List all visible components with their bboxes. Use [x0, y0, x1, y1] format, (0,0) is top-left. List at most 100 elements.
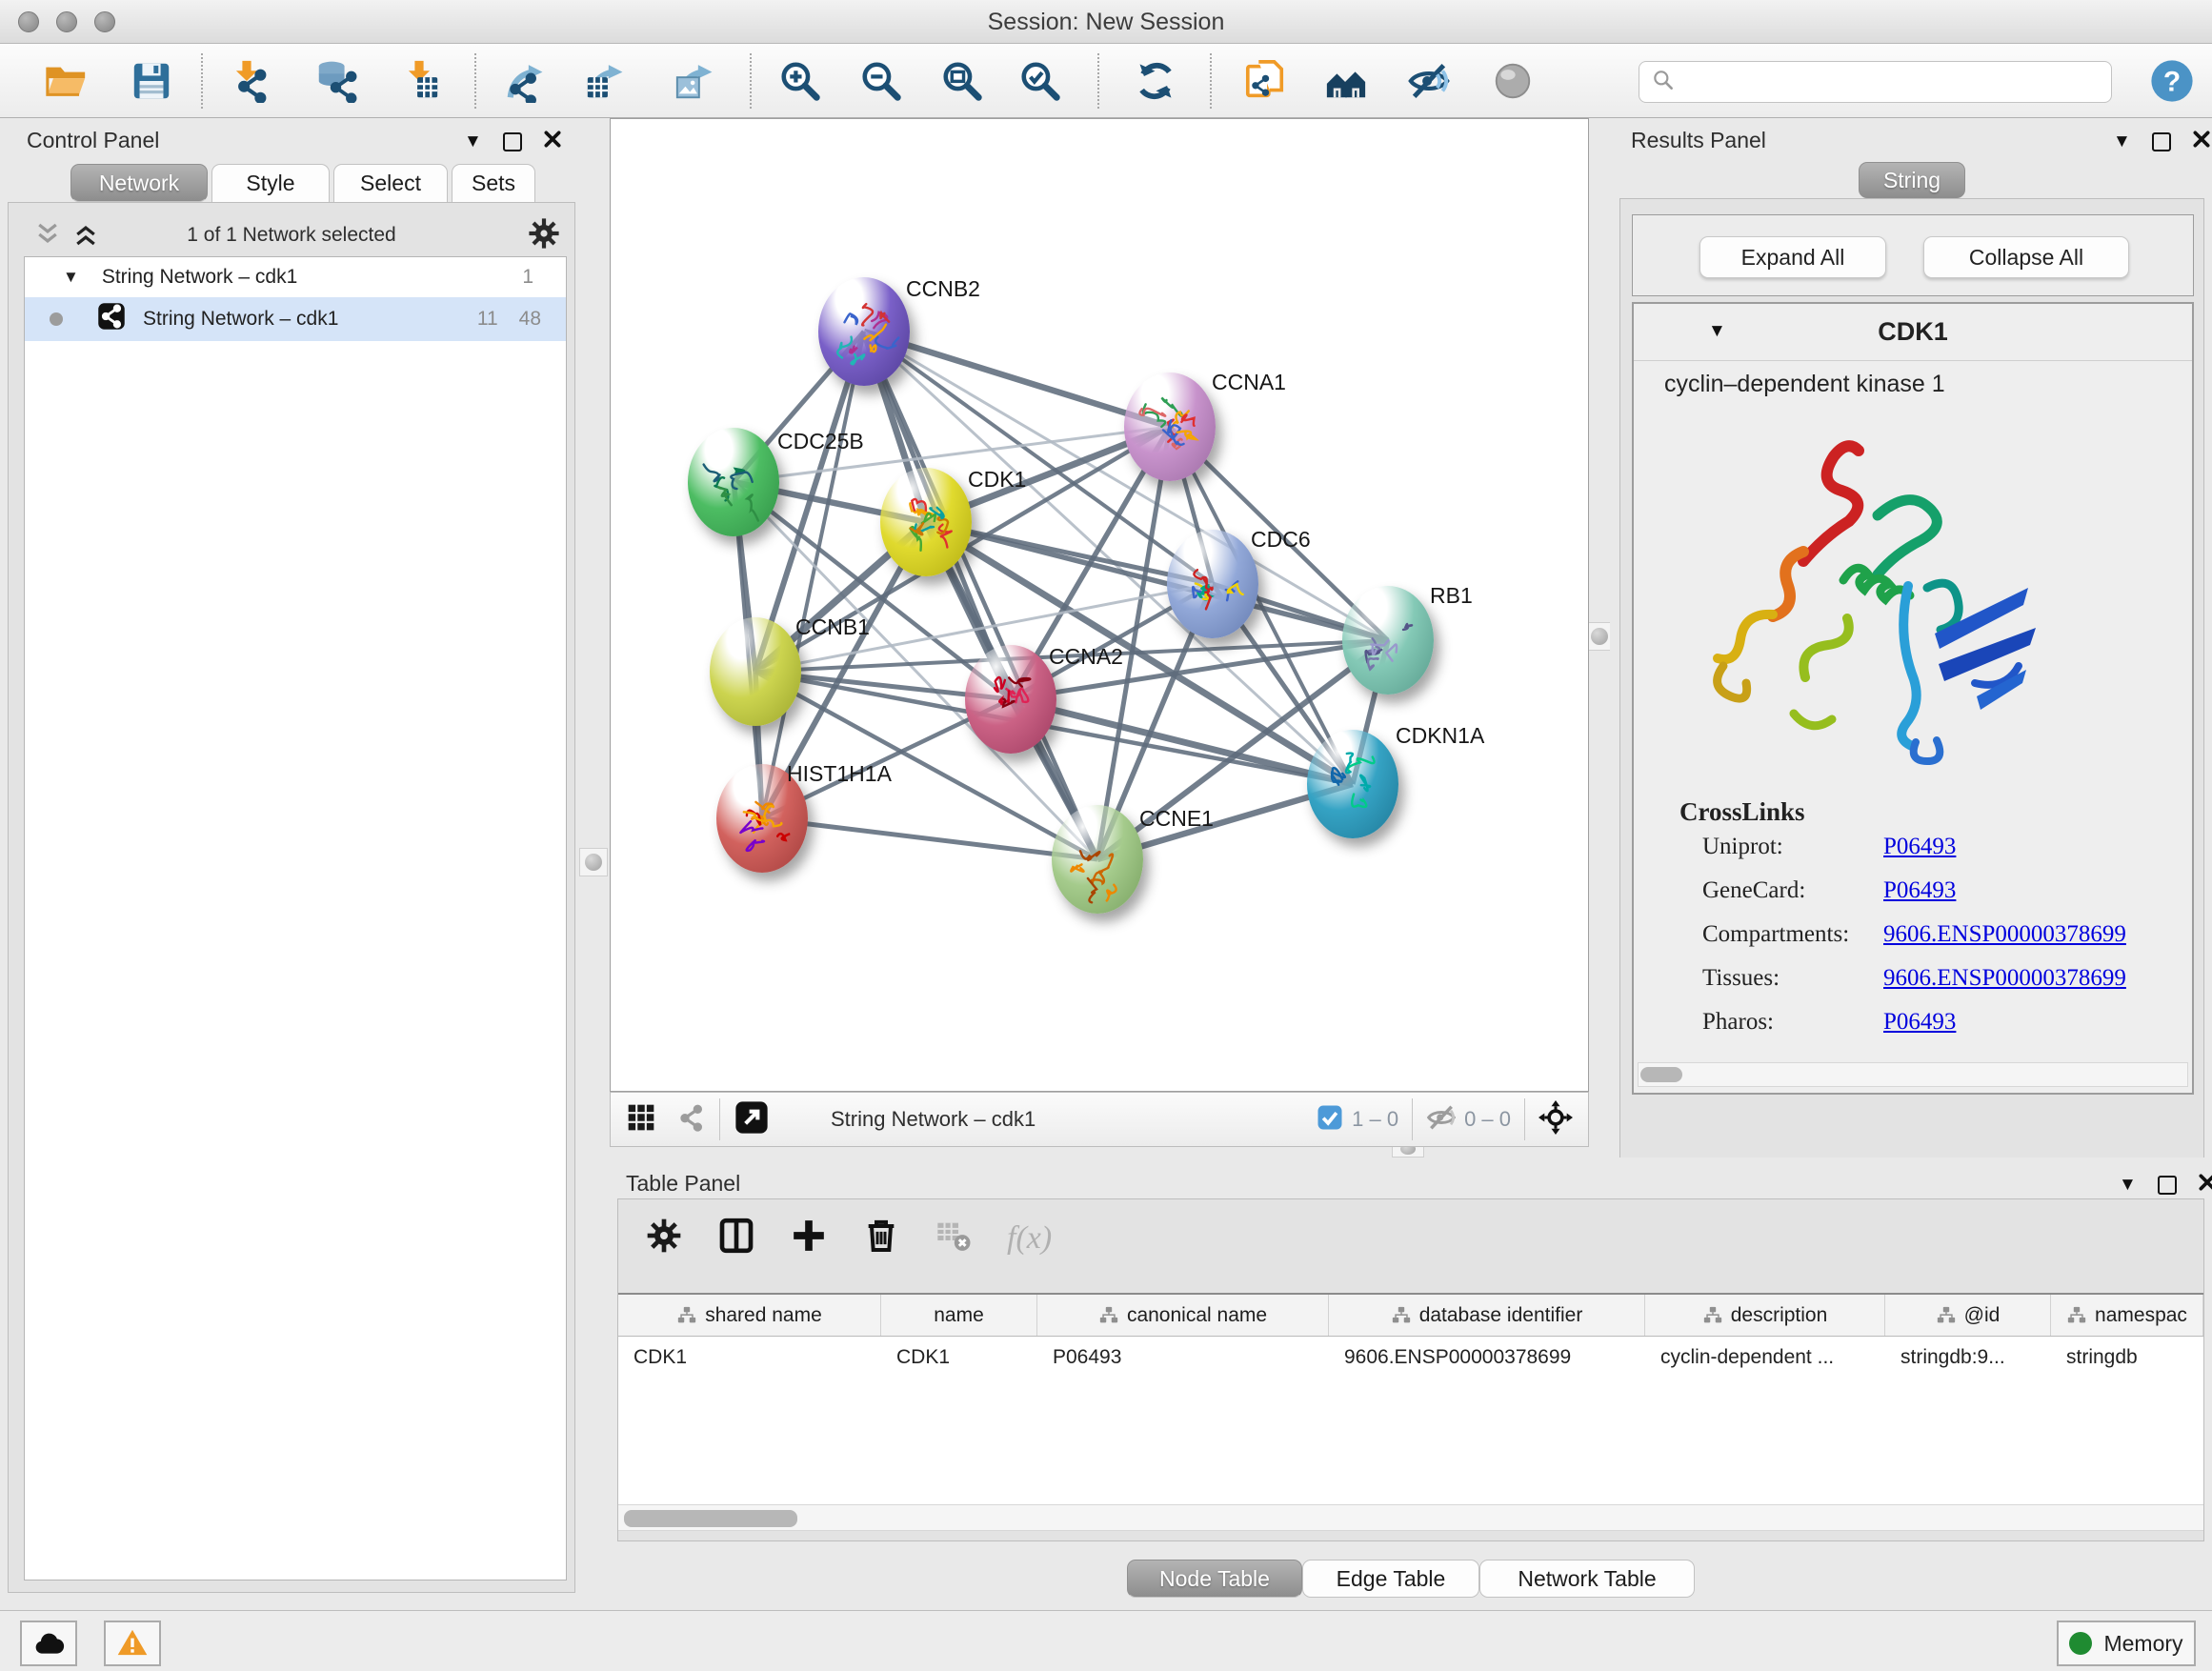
- column-header-namespac[interactable]: namespac: [2051, 1295, 2203, 1336]
- selected-checkbox-icon[interactable]: [1316, 1103, 1344, 1137]
- tab-edge-table[interactable]: Edge Table: [1302, 1560, 1479, 1598]
- node-CCNB2[interactable]: [818, 277, 910, 386]
- plus-button[interactable]: [790, 1217, 828, 1259]
- zoom-in-button[interactable]: [774, 55, 826, 107]
- node-CDK1[interactable]: [880, 468, 972, 576]
- control-panel-collapse-icon[interactable]: ▼: [464, 131, 482, 152]
- column-header-canonical-name[interactable]: canonical name: [1037, 1295, 1329, 1336]
- cell-@id[interactable]: stringdb:9...: [1885, 1337, 2051, 1379]
- cell-description[interactable]: cyclin-dependent ...: [1645, 1337, 1885, 1379]
- node-CCNE1[interactable]: [1052, 805, 1143, 914]
- protein-section-header[interactable]: ▼ CDK1: [1634, 304, 2192, 361]
- left-splitter-handle[interactable]: [579, 848, 608, 876]
- tab-select[interactable]: Select: [333, 164, 448, 202]
- results-panel-close-icon[interactable]: [2192, 130, 2211, 153]
- trash-button[interactable]: [862, 1217, 900, 1259]
- table-panel-close-icon[interactable]: [2198, 1173, 2212, 1197]
- node-CCNB1[interactable]: [710, 617, 801, 726]
- open-in-new-window-icon[interactable]: [734, 1099, 770, 1140]
- crosslink-value-link[interactable]: P06493: [1883, 834, 1956, 859]
- crosslink-value-link[interactable]: P06493: [1883, 877, 1956, 903]
- pan-crosshair-icon[interactable]: [1538, 1100, 1573, 1139]
- tab-node-table[interactable]: Node Table: [1127, 1560, 1302, 1598]
- control-panel-close-icon[interactable]: [543, 130, 562, 153]
- table-row[interactable]: CDK1CDK1P064939606.ENSP00000378699cyclin…: [618, 1337, 2203, 1379]
- share-doc-icon: [1243, 59, 1287, 103]
- cell-canonical-name[interactable]: P06493: [1037, 1337, 1329, 1379]
- warnings-button[interactable]: [104, 1621, 161, 1666]
- tab-network-table[interactable]: Network Table: [1479, 1560, 1695, 1598]
- gear-black-button[interactable]: [645, 1217, 683, 1259]
- node-CDC25B[interactable]: [688, 428, 779, 536]
- hidden-counts: 0 – 0: [1464, 1107, 1511, 1132]
- results-panel-float-icon[interactable]: [2152, 132, 2171, 151]
- search-input[interactable]: [1676, 70, 2111, 94]
- hidden-eye-icon[interactable]: [1426, 1102, 1457, 1137]
- results-panel-collapse-icon[interactable]: ▼: [2113, 131, 2131, 152]
- table-panel-collapse-icon[interactable]: ▼: [2119, 1175, 2137, 1196]
- cell-database-identifier[interactable]: 9606.ENSP00000378699: [1329, 1337, 1645, 1379]
- column-header-database-identifier[interactable]: database identifier: [1329, 1295, 1645, 1336]
- crosslink-value-link[interactable]: 9606.ENSP00000378699: [1883, 921, 2126, 947]
- zoom-fit-button[interactable]: [936, 55, 988, 107]
- cell-shared-name[interactable]: CDK1: [618, 1337, 881, 1379]
- export-network-button[interactable]: [500, 55, 552, 107]
- import-table-button[interactable]: [393, 55, 445, 107]
- save-button[interactable]: [126, 55, 177, 107]
- column-header-shared-name[interactable]: shared name: [618, 1295, 881, 1336]
- node-RB1[interactable]: [1342, 586, 1434, 695]
- houses-button[interactable]: [1320, 55, 1372, 107]
- network-row-selected[interactable]: String Network – cdk1 11 48: [25, 297, 566, 341]
- search-icon: [1651, 68, 1676, 97]
- share-doc-button[interactable]: [1239, 55, 1291, 107]
- export-network-icon: [504, 59, 548, 103]
- table-panel-float-icon[interactable]: [2158, 1176, 2177, 1195]
- collapse-all-button[interactable]: Collapse All: [1923, 236, 2129, 278]
- tab-network[interactable]: Network: [70, 164, 208, 202]
- results-hscrollbar[interactable]: [1638, 1062, 2188, 1087]
- crosslink-value-link[interactable]: P06493: [1883, 1009, 1956, 1035]
- tab-style[interactable]: Style: [211, 164, 330, 202]
- open-folder-button[interactable]: [41, 55, 92, 107]
- tab-string[interactable]: String: [1859, 162, 1965, 198]
- collection-expand-icon[interactable]: ▼: [63, 268, 79, 287]
- column-header-@id[interactable]: @id: [1885, 1295, 2051, 1336]
- memory-button[interactable]: Memory: [2057, 1621, 2196, 1666]
- export-table-button[interactable]: [580, 55, 632, 107]
- refresh-button[interactable]: [1130, 55, 1181, 107]
- zoom-selected-button[interactable]: [1015, 55, 1066, 107]
- zoom-out-icon: [859, 59, 903, 103]
- network-options-gear-icon[interactable]: [527, 216, 561, 255]
- expand-all-button[interactable]: Expand All: [1699, 236, 1886, 278]
- control-panel-float-icon[interactable]: [503, 132, 522, 151]
- network-share-icon[interactable]: [675, 1102, 706, 1137]
- column-header-name[interactable]: name: [881, 1295, 1037, 1336]
- network-collection-row[interactable]: ▼ String Network – cdk1 1: [25, 257, 566, 297]
- node-CDKN1A[interactable]: [1307, 730, 1398, 838]
- columns-button[interactable]: [717, 1217, 755, 1259]
- plus-icon: [790, 1217, 828, 1255]
- search-box[interactable]: [1639, 61, 2112, 103]
- import-database-button[interactable]: [310, 55, 361, 107]
- cell-name[interactable]: CDK1: [881, 1337, 1037, 1379]
- help-button[interactable]: ?: [2146, 55, 2198, 107]
- zoom-out-button[interactable]: [855, 55, 907, 107]
- tab-sets[interactable]: Sets: [452, 164, 535, 202]
- cloud-status-button[interactable]: [20, 1621, 77, 1666]
- eye-gray-button[interactable]: [1487, 55, 1538, 107]
- grid-view-icon[interactable]: [626, 1102, 656, 1137]
- table-delete-gray-button[interactable]: [935, 1217, 973, 1259]
- node-CCNA1[interactable]: [1124, 372, 1216, 481]
- export-image-button[interactable]: [670, 55, 721, 107]
- crosslink-value-link[interactable]: 9606.ENSP00000378699: [1883, 965, 2126, 991]
- network-view-canvas[interactable]: CCNB2CCNA1CDC25BCDK1CDC6RB1CCNB1CCNA2CDK…: [610, 118, 1589, 1092]
- refresh-icon: [1134, 59, 1177, 103]
- node-CCNA2[interactable]: [965, 645, 1056, 754]
- node-CDC6[interactable]: [1167, 530, 1258, 638]
- table-hscrollbar[interactable]: [618, 1504, 2203, 1531]
- eye-slash-blue-button[interactable]: [1403, 55, 1455, 107]
- column-header-description[interactable]: description: [1645, 1295, 1885, 1336]
- cell-namespac[interactable]: stringdb: [2051, 1337, 2203, 1379]
- import-network-button[interactable]: [221, 55, 272, 107]
- fx-button[interactable]: f(x): [1007, 1220, 1052, 1257]
